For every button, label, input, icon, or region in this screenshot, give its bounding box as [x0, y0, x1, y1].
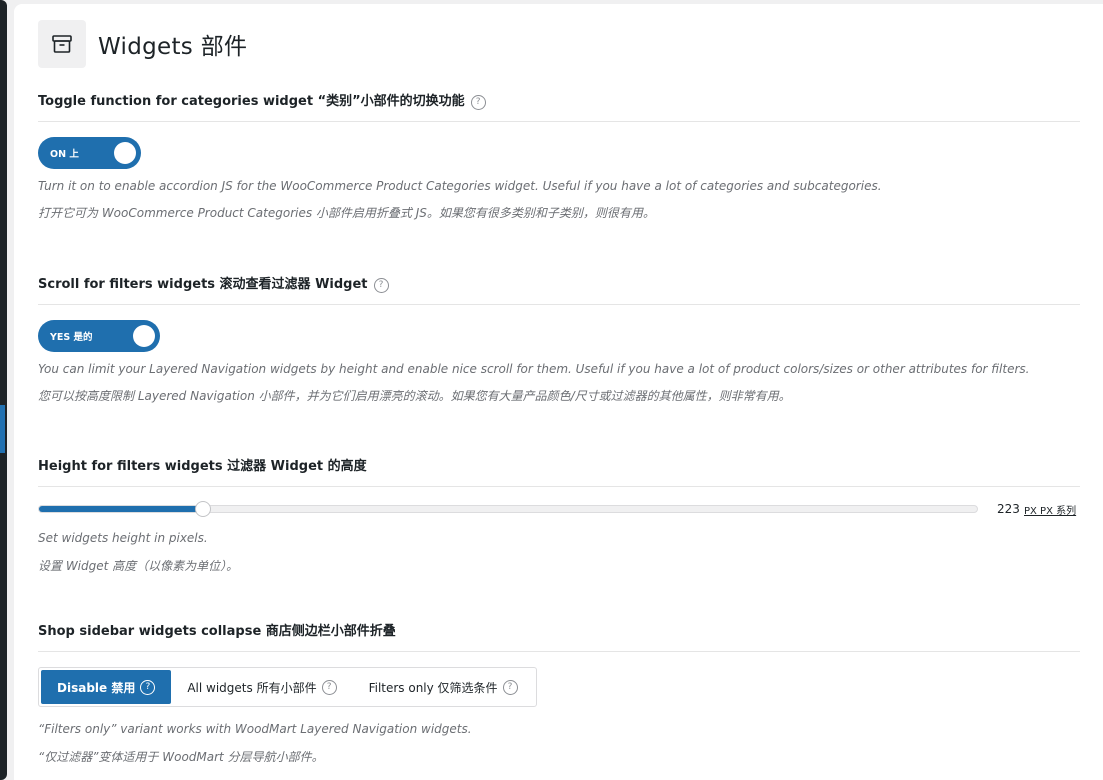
- option-label: Disable 禁用: [57, 680, 136, 695]
- section-title: Shop sidebar widgets collapse 商店侧边栏小部件折叠: [38, 624, 396, 639]
- divider: [38, 486, 1080, 487]
- scroll-filters-toggle[interactable]: YES 是的: [38, 320, 160, 352]
- page-header: Widgets 部件: [38, 20, 247, 68]
- archive-icon: [38, 20, 86, 68]
- slider-unit[interactable]: PX PX 系列: [1024, 502, 1076, 517]
- section-sidebar-collapse: Shop sidebar widgets collapse 商店侧边栏小部件折叠…: [38, 622, 1080, 767]
- settings-panel: Widgets 部件 Toggle function for categorie…: [14, 4, 1103, 780]
- help-icon[interactable]: ?: [470, 94, 486, 110]
- divider: [38, 651, 1080, 652]
- slider-thumb[interactable]: [195, 501, 211, 517]
- toggle-knob: [114, 142, 136, 164]
- section-title: Toggle function for categories widget “类…: [38, 94, 465, 109]
- option-label: Filters only 仅筛选条件: [368, 680, 498, 695]
- help-icon[interactable]: ?: [502, 679, 518, 695]
- section-filter-height: Height for filters widgets 过滤器 Widget 的高…: [38, 457, 1080, 576]
- option-label: All widgets 所有小部件: [187, 680, 317, 695]
- toggle-label: YES 是的: [50, 332, 93, 343]
- option-all-widgets[interactable]: All widgets 所有小部件 ?: [171, 670, 352, 704]
- toggle-knob: [133, 325, 155, 347]
- description-en: Set widgets height in pixels.: [38, 531, 208, 545]
- description-zh: “仅过滤器”变体适用于 WoodMart 分层导航小部件。: [38, 750, 324, 764]
- section-scroll-filters: Scroll for filters widgets 滚动查看过滤器 Widge…: [38, 275, 1080, 406]
- divider: [38, 304, 1080, 305]
- section-title: Scroll for filters widgets 滚动查看过滤器 Widge…: [38, 277, 368, 292]
- admin-sidebar-edge: [0, 0, 7, 780]
- section-toggle-categories: Toggle function for categories widget “类…: [38, 92, 1080, 223]
- slider-track[interactable]: [38, 505, 978, 513]
- help-icon[interactable]: ?: [140, 679, 156, 695]
- page-title: Widgets 部件: [98, 34, 248, 60]
- option-filters-only[interactable]: Filters only 仅筛选条件 ?: [353, 670, 534, 704]
- slider-value: 223: [997, 502, 1020, 516]
- categories-accordion-toggle[interactable]: ON 上: [38, 137, 141, 169]
- description-zh: 打开它可为 WooCommerce Product Categories 小部件…: [38, 206, 655, 220]
- option-disable[interactable]: Disable 禁用 ?: [41, 670, 172, 704]
- slider-fill: [39, 506, 204, 512]
- sidebar-active-indicator: [0, 405, 5, 453]
- collapse-button-group: Disable 禁用 ? All widgets 所有小部件 ? Filters…: [38, 667, 537, 707]
- toggle-label: ON 上: [50, 149, 79, 160]
- section-title: Height for filters widgets 过滤器 Widget 的高…: [38, 459, 367, 474]
- description-en: You can limit your Layered Navigation wi…: [38, 362, 1030, 376]
- description-en: Turn it on to enable accordion JS for th…: [38, 179, 882, 193]
- help-icon[interactable]: ?: [373, 277, 389, 293]
- height-slider: 223 PX PX 系列: [38, 500, 1080, 520]
- description-zh: 您可以按高度限制 Layered Navigation 小部件，并为它们启用漂亮…: [38, 389, 791, 403]
- description-zh: 设置 Widget 高度（以像素为单位）。: [38, 559, 239, 573]
- divider: [38, 121, 1080, 122]
- description-en: “Filters only” variant works with WoodMa…: [38, 722, 472, 736]
- help-icon[interactable]: ?: [321, 679, 337, 695]
